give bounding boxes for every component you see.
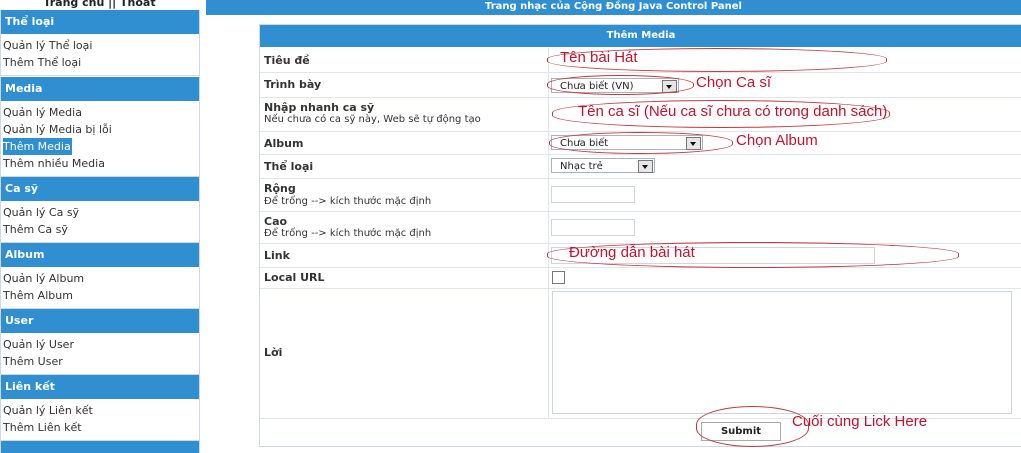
label-genre: Thể loại bbox=[264, 160, 314, 173]
label-album: Album bbox=[264, 137, 304, 150]
section-media: Media Quản lý Media Quản lý Media bị lỗi… bbox=[0, 77, 200, 177]
section-title-partial bbox=[1, 441, 199, 453]
chevron-down-icon bbox=[638, 160, 653, 173]
label-height: Cao bbox=[264, 215, 288, 228]
sidebar-item-add-link[interactable]: Thêm Liên kết bbox=[3, 419, 199, 436]
sidebar-item-manage-media[interactable]: Quản lý Media bbox=[3, 104, 199, 121]
label-lyrics: Lời bbox=[264, 346, 283, 359]
annotation-album: Chọn Album bbox=[736, 132, 818, 149]
label-width: Rộng bbox=[264, 182, 296, 195]
row-genre: Thể loại Nhạc trẻ bbox=[260, 155, 1021, 179]
sidebar-item-add-album[interactable]: Thêm Album bbox=[3, 287, 199, 304]
form-title: Thêm Media bbox=[260, 25, 1021, 47]
sidebar-item-add-genre[interactable]: Thêm Thể loại bbox=[3, 54, 199, 71]
section-title: User bbox=[1, 309, 199, 333]
home-link[interactable]: Trang chủ bbox=[43, 0, 104, 9]
section-title: Liên kết bbox=[1, 375, 199, 399]
sidebar-item-manage-links[interactable]: Quản lý Liên kết bbox=[3, 402, 199, 419]
nav-separator: || bbox=[104, 0, 120, 9]
label-local-url: Local URL bbox=[264, 271, 325, 284]
section-title: Album bbox=[1, 243, 199, 267]
label-title: Tiêu đề bbox=[264, 54, 310, 67]
logout-link[interactable]: Thoát bbox=[120, 0, 156, 9]
row-local-url: Local URL bbox=[260, 268, 1021, 289]
hint-width: Để trống --> kích thước mặc định bbox=[264, 196, 432, 207]
section-more bbox=[0, 441, 200, 453]
control-panel-header: Trang nhạc của Cộng Đồng Java Control Pa… bbox=[206, 0, 1021, 15]
section-genre: Thể loại Quản lý Thể loại Thêm Thể loại bbox=[0, 10, 200, 76]
sidebar-item-add-user[interactable]: Thêm User bbox=[3, 353, 199, 370]
hint-height: Để trống --> kích thước mặc định bbox=[264, 228, 432, 239]
label-link: Link bbox=[264, 249, 290, 262]
top-nav: Trang chủ || Thoát bbox=[0, 0, 199, 8]
sidebar-item-manage-user[interactable]: Quản lý User bbox=[3, 336, 199, 353]
section-title: Thể loại bbox=[1, 10, 199, 34]
section-links: Liên kết Quản lý Liên kết Thêm Liên kết bbox=[0, 375, 200, 441]
section-singer: Ca sỹ Quản lý Ca sỹ Thêm Ca sỹ bbox=[0, 177, 200, 243]
annotation-oval-presenter bbox=[547, 75, 694, 95]
row-height: Cao Để trống --> kích thước mặc định bbox=[260, 212, 1021, 244]
hint-quick-singer: Nếu chưa có ca sỹ này, Web sẽ tự động tạ… bbox=[264, 114, 481, 125]
lyrics-textarea[interactable] bbox=[552, 291, 1012, 414]
section-title: Ca sỹ bbox=[1, 177, 199, 201]
annotation-oval-album bbox=[549, 132, 733, 154]
label-presenter: Trình bày bbox=[264, 78, 322, 91]
genre-select[interactable]: Nhạc trẻ bbox=[551, 158, 655, 173]
genre-selected: Nhạc trẻ bbox=[560, 161, 603, 172]
sidebar: Trang chủ || Thoát Thể loại Quản lý Thể … bbox=[0, 0, 200, 453]
label-quick-singer: Nhập nhanh ca sỹ bbox=[264, 101, 375, 114]
annotation-submit: Cuối cùng Lick Here bbox=[792, 413, 928, 430]
row-width: Rộng Để trống --> kích thước mặc định bbox=[260, 179, 1021, 212]
sidebar-item-add-media[interactable]: Thêm Media bbox=[3, 138, 72, 155]
height-input[interactable] bbox=[551, 219, 635, 236]
section-title: Media bbox=[1, 77, 199, 101]
annotation-link: Đường dẫn bài hát bbox=[569, 244, 695, 261]
section-user: User Quản lý User Thêm User bbox=[0, 309, 200, 375]
sidebar-item-manage-genre[interactable]: Quản lý Thể loại bbox=[3, 37, 199, 54]
annotation-singer: Chọn Ca sĩ bbox=[696, 74, 772, 91]
width-input[interactable] bbox=[551, 186, 635, 203]
annotation-title: Tên bài Hát bbox=[560, 49, 638, 66]
annotation-quick-singer: Tên ca sĩ (Nếu ca sĩ chưa có trong danh … bbox=[578, 103, 888, 120]
sidebar-item-manage-album[interactable]: Quản lý Album bbox=[3, 270, 199, 287]
section-album: Album Quản lý Album Thêm Album bbox=[0, 243, 200, 309]
sidebar-item-add-multiple-media[interactable]: Thêm nhiều Media bbox=[3, 155, 199, 172]
sidebar-item-manage-singer[interactable]: Quản lý Ca sỹ bbox=[3, 204, 199, 221]
local-url-checkbox[interactable] bbox=[552, 271, 565, 284]
sidebar-item-add-singer[interactable]: Thêm Ca sỹ bbox=[3, 221, 199, 238]
sidebar-item-broken-media[interactable]: Quản lý Media bị lỗi bbox=[3, 121, 199, 138]
row-lyrics: Lời bbox=[260, 289, 1021, 419]
